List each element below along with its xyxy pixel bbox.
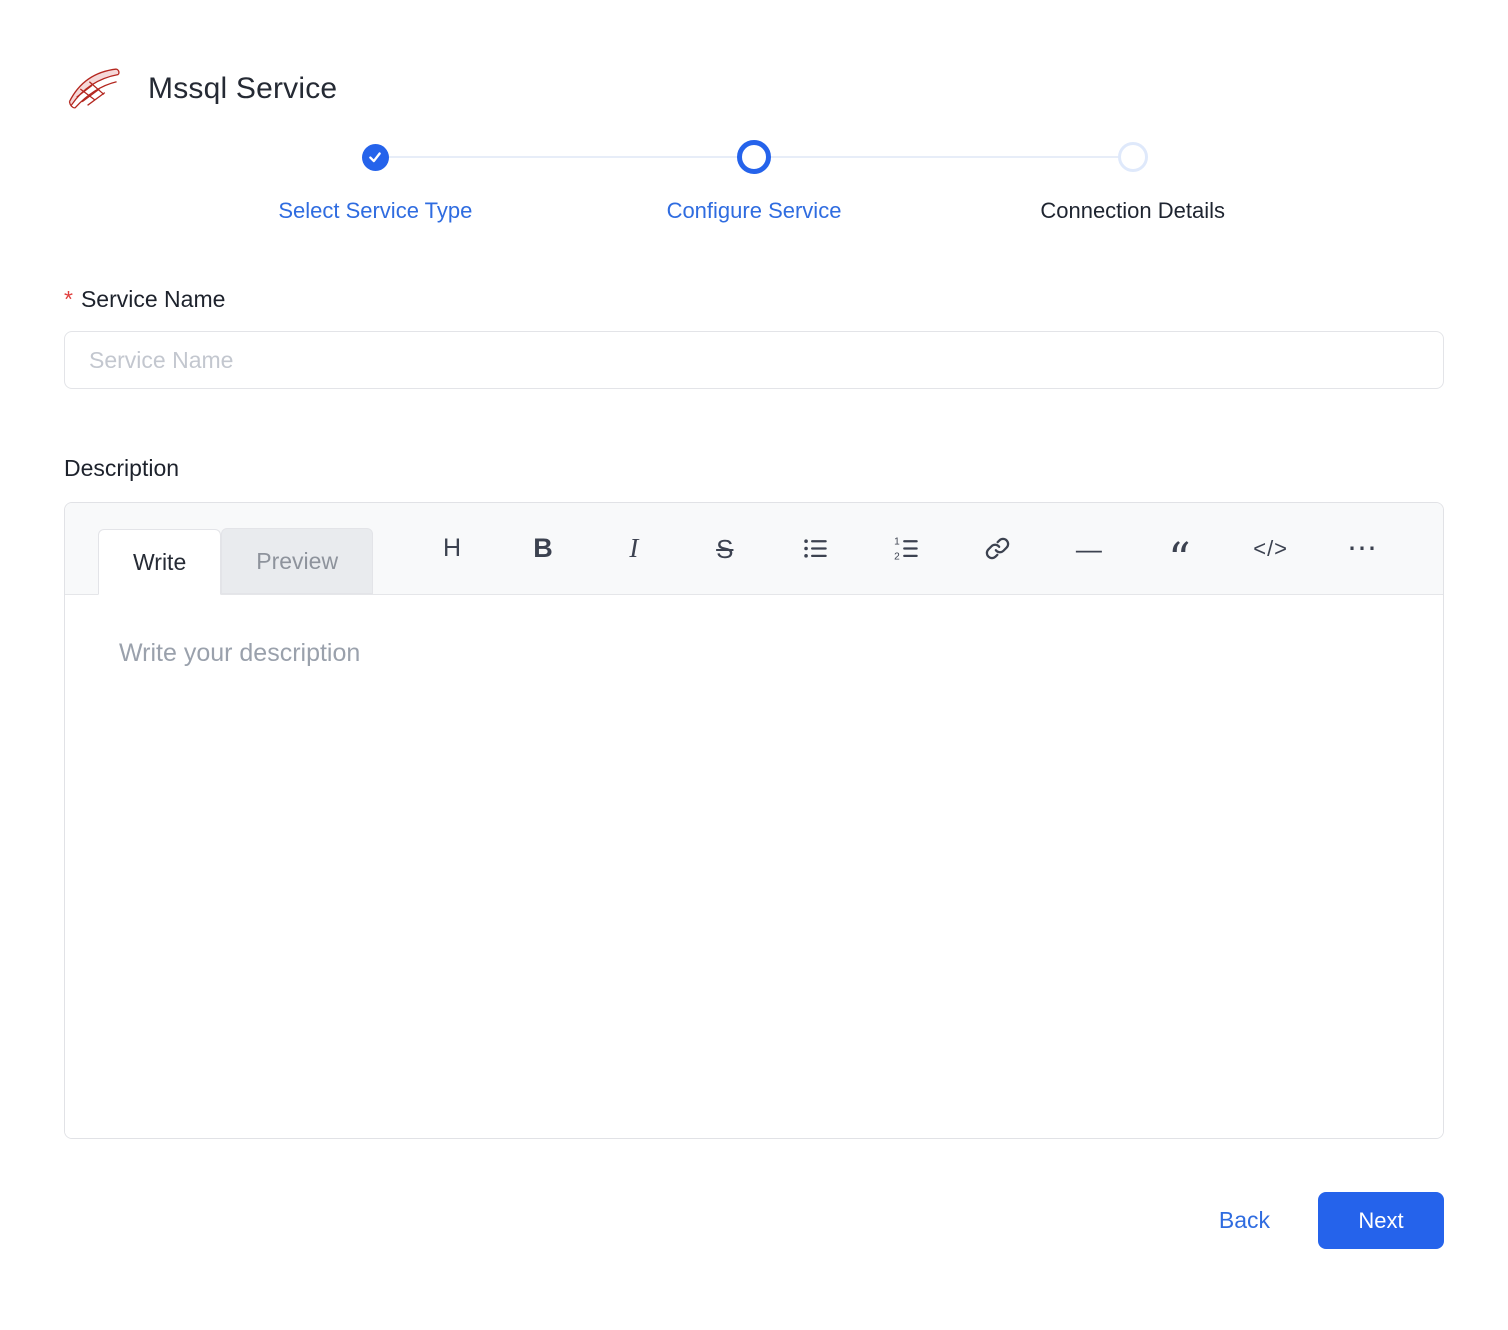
configure-service-page: Mssql Service Select Service Type Config…: [0, 0, 1508, 1249]
wizard-stepper: Select Service Type Configure Service Co…: [186, 140, 1322, 224]
editor-body: [65, 595, 1443, 1138]
step-select-service-type[interactable]: Select Service Type: [186, 140, 565, 224]
footer-actions: Back Next: [64, 1192, 1444, 1249]
step-label-configure-service[interactable]: Configure Service: [667, 198, 842, 224]
horizontal-rule-icon[interactable]: —: [1071, 529, 1105, 569]
description-textarea[interactable]: [65, 595, 1443, 1138]
unordered-list-icon[interactable]: [799, 529, 833, 569]
check-icon: [369, 152, 382, 163]
page-title: Mssql Service: [148, 72, 338, 105]
editor-toolbar: H B I S 1 2 — “ </> ⋯: [373, 503, 1443, 594]
back-button[interactable]: Back: [1219, 1207, 1270, 1234]
mssql-logo-icon: [64, 60, 122, 118]
next-button[interactable]: Next: [1318, 1192, 1444, 1249]
description-label: Description: [64, 455, 180, 481]
code-icon[interactable]: </>: [1253, 529, 1288, 569]
required-asterisk: *: [64, 286, 73, 312]
strikethrough-icon[interactable]: S: [708, 529, 742, 569]
bold-icon[interactable]: B: [526, 529, 560, 569]
step-label-select-service-type[interactable]: Select Service Type: [278, 198, 472, 224]
step-completed-dot[interactable]: [361, 143, 389, 171]
tab-preview[interactable]: Preview: [221, 528, 374, 594]
description-field-group: Description Write Preview H B I S 1 2 — …: [64, 455, 1444, 1139]
svg-text:2: 2: [894, 551, 900, 562]
step-configure-service[interactable]: Configure Service: [565, 140, 944, 224]
step-active-dot[interactable]: [737, 140, 771, 174]
svg-text:1: 1: [894, 537, 900, 548]
italic-icon[interactable]: I: [617, 529, 651, 569]
page-header: Mssql Service: [64, 60, 1444, 118]
service-name-label-text: Service Name: [80, 286, 226, 312]
service-name-label: * Service Name: [64, 286, 1444, 313]
step-pending-dot[interactable]: [1117, 142, 1148, 172]
link-icon[interactable]: [981, 529, 1015, 569]
tab-write[interactable]: Write: [98, 529, 222, 595]
editor-tabs: Write Preview: [98, 503, 374, 595]
editor-header: Write Preview H B I S 1 2 — “ </> ⋯: [65, 503, 1443, 595]
service-name-field-group: * Service Name: [64, 286, 1444, 389]
ordered-list-icon[interactable]: 1 2: [890, 529, 924, 569]
quote-icon[interactable]: “: [1162, 529, 1196, 581]
heading-icon[interactable]: H: [435, 529, 469, 569]
markdown-editor: Write Preview H B I S 1 2 — “ </> ⋯ Writ…: [64, 502, 1444, 1139]
service-name-input[interactable]: [64, 331, 1444, 389]
step-connection-details[interactable]: Connection Details: [943, 140, 1322, 224]
more-options-icon[interactable]: ⋯: [1345, 529, 1379, 569]
step-label-connection-details[interactable]: Connection Details: [1040, 198, 1225, 224]
